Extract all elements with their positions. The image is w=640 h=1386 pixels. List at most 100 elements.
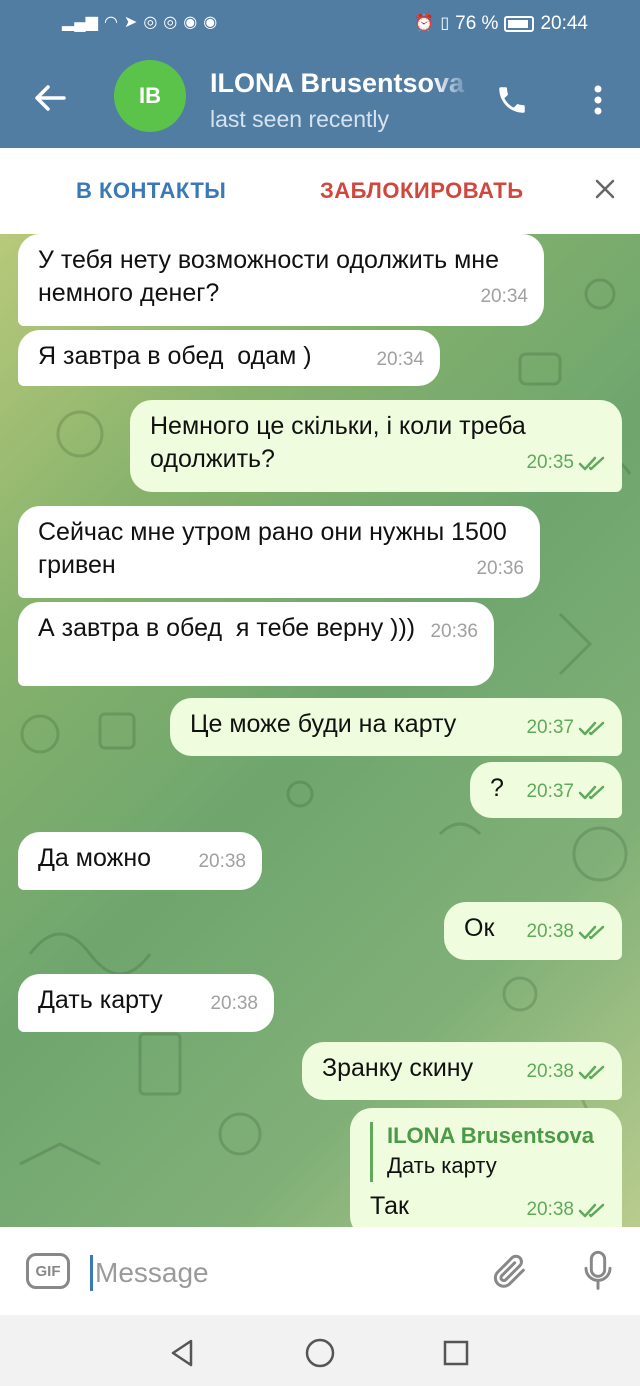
unknown-contact-action-bar: В КОНТАКТЫ ЗАБЛОКИРОВАТЬ [0, 148, 640, 234]
more-button[interactable] [578, 78, 618, 122]
contact-status: last seen recently [210, 106, 389, 132]
nav-home-button[interactable] [300, 1333, 340, 1373]
reply-quote[interactable]: ILONA Brusentsova Дать карту [370, 1122, 606, 1182]
message-text: У тебя нету возможности одолжить мне нем… [38, 246, 506, 307]
message-time: 20:38 [526, 1199, 574, 1220]
message-meta: 20:37 [526, 718, 606, 738]
status-right-icons: ⏰ ▯ 76 % 20:44 [414, 13, 588, 35]
message-text: ? [490, 774, 504, 802]
phone-icon [499, 87, 525, 113]
message-text: Немного це скільки, і коли треба одолжит… [150, 412, 533, 473]
message-time: 20:38 [198, 851, 246, 872]
message-meta: 20:38 [210, 994, 258, 1014]
nav-back-button[interactable] [162, 1333, 202, 1373]
message-bubble-incoming[interactable]: Дать карту 20:38 [18, 974, 274, 1032]
message-meta: 20:36 [476, 559, 524, 579]
microphone-icon [584, 1250, 612, 1290]
message-bubble-outgoing[interactable]: Немного це скільки, і коли треба одолжит… [130, 400, 622, 492]
close-icon [595, 179, 615, 199]
instagram-icon: ◎ [163, 14, 178, 31]
avatar[interactable]: IB [114, 60, 186, 132]
alarm-icon: ⏰ [414, 15, 435, 32]
message-meta: 20:38 [526, 1200, 606, 1220]
message-bubble-incoming[interactable]: А завтра в обед я тебе верну ))) 20:36 [18, 602, 494, 686]
message-time: 20:34 [480, 286, 528, 307]
double-check-icon [578, 925, 605, 940]
square-recents-icon [443, 1340, 469, 1366]
more-vertical-icon [594, 85, 602, 115]
message-bubble-incoming[interactable]: У тебя нету возможности одолжить мне нем… [18, 234, 544, 326]
text-cursor [90, 1255, 93, 1291]
chat-header: IB ILONA Brusentsova last seen recently [0, 50, 640, 148]
vibrate-icon: ▯ [440, 15, 450, 32]
battery-icon [504, 16, 535, 32]
message-bubble-outgoing[interactable]: Зранку скину 20:38 [302, 1042, 622, 1100]
chat-area[interactable]: У тебя нету возможности одолжить мне нем… [0, 234, 640, 1227]
arrow-left-icon [35, 85, 66, 111]
microphone-button[interactable] [576, 1247, 620, 1295]
message-bubble-incoming[interactable]: Я завтра в обед одам ) 20:34 [18, 330, 440, 386]
message-bubble-outgoing-reply[interactable]: ILONA Brusentsova Дать карту Так 20:38 [350, 1108, 622, 1227]
message-text: Да можно [38, 844, 152, 872]
double-check-icon [578, 1203, 605, 1218]
message-meta: 20:36 [430, 622, 478, 642]
message-bubble-incoming[interactable]: Да можно 20:38 [18, 832, 262, 890]
message-bubble-outgoing[interactable]: Це може буди на карту 20:37 [170, 698, 622, 756]
message-text: Це може буди на карту [190, 710, 457, 738]
message-text: Ок [464, 914, 495, 942]
close-action-bar-button[interactable] [588, 172, 622, 206]
contact-name[interactable]: ILONA Brusentsova [210, 68, 472, 99]
reply-author: ILONA Brusentsova [387, 1123, 595, 1148]
paperclip-icon [493, 1254, 525, 1288]
message-bubble-incoming[interactable]: Сейчас мне утром рано они нужны 1500 гри… [18, 506, 540, 598]
battery-percent: 76 % [455, 13, 499, 34]
message-bubble-outgoing[interactable]: Ок 20:38 [444, 902, 622, 960]
message-meta: 20:38 [526, 1062, 606, 1082]
message-text: Дать карту [38, 986, 163, 1014]
message-text: Так [370, 1192, 409, 1220]
message-time: 20:37 [526, 717, 574, 738]
message-meta: 20:34 [376, 350, 424, 370]
back-button[interactable] [28, 76, 72, 120]
message-time: 20:34 [376, 349, 424, 370]
instagram-icon: ◎ [143, 14, 158, 31]
message-text: Сейчас мне утром рано они нужны 1500 гри… [38, 518, 514, 579]
gif-button[interactable]: GIF [26, 1253, 70, 1289]
message-meta: 20:38 [198, 852, 246, 872]
message-meta: 20:38 [526, 922, 606, 942]
status-left-icons: ▂▄▆ ◠ ➤ ◎ ◎ ◉ ◉ [62, 13, 217, 33]
nav-recents-button[interactable] [436, 1333, 476, 1373]
signal-icon: ▂▄▆ [62, 14, 98, 31]
message-time: 20:37 [526, 781, 574, 802]
viber-icon: ◉ [203, 14, 218, 31]
message-time: 20:35 [526, 452, 574, 473]
double-check-icon [578, 1065, 605, 1080]
reply-text: Дать карту [387, 1153, 497, 1178]
double-check-icon [578, 456, 605, 471]
add-to-contacts-button[interactable]: В КОНТАКТЫ [76, 178, 226, 204]
triangle-back-icon [171, 1339, 193, 1367]
call-button[interactable] [490, 78, 534, 122]
message-time: 20:38 [526, 1061, 574, 1082]
status-bar: ▂▄▆ ◠ ➤ ◎ ◎ ◉ ◉ ⏰ ▯ 76 % 20:44 [0, 0, 640, 50]
message-time: 20:38 [526, 921, 574, 942]
message-meta: 20:37 [526, 782, 606, 802]
message-bubble-outgoing[interactable]: ? 20:37 [470, 762, 622, 818]
system-navigation-bar [0, 1315, 640, 1386]
message-text: А завтра в обед я тебе верну ))) [38, 614, 416, 642]
viber-icon: ◉ [183, 14, 198, 31]
double-check-icon [578, 785, 605, 800]
message-meta: 20:35 [526, 453, 606, 473]
message-time: 20:36 [476, 558, 524, 579]
block-user-button[interactable]: ЗАБЛОКИРОВАТЬ [320, 178, 524, 204]
circle-home-icon [305, 1338, 335, 1368]
message-input[interactable] [95, 1255, 455, 1291]
message-text: Я завтра в обед одам ) [38, 342, 312, 370]
message-composer: GIF [0, 1227, 640, 1315]
double-check-icon [578, 721, 605, 736]
wifi-icon: ◠ [103, 14, 118, 31]
message-text: Зранку скину [322, 1054, 474, 1082]
message-time: 20:36 [430, 621, 478, 642]
attach-button[interactable] [488, 1249, 532, 1293]
telegram-notification-icon: ➤ [123, 14, 138, 31]
